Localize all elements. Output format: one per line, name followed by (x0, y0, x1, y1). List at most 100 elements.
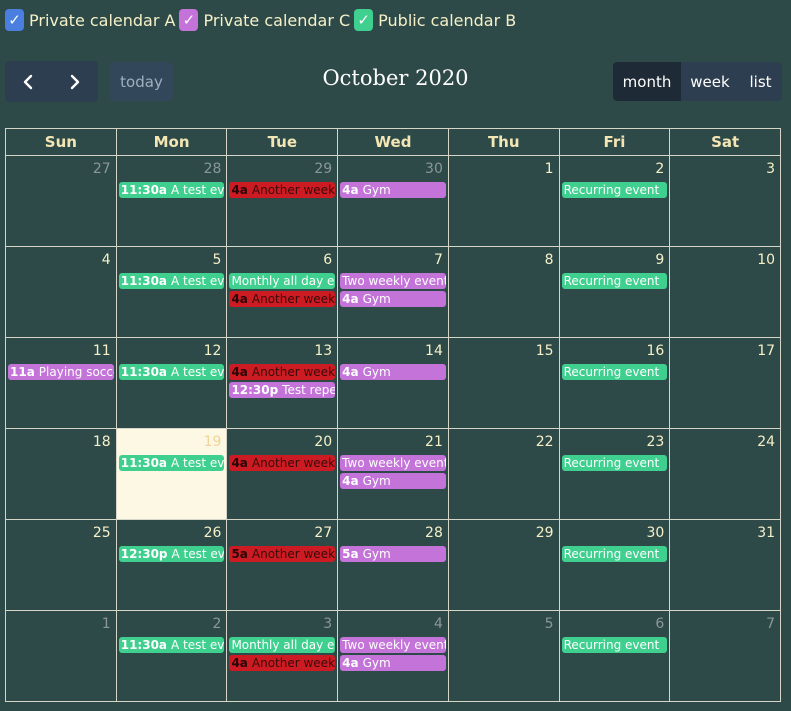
day-cell[interactable]: 5 11:30aA test event (116, 247, 228, 338)
calendar-event[interactable]: 4a Gym (340, 655, 446, 671)
day-cell[interactable]: 9 Recurring event (559, 247, 671, 338)
view-week-button[interactable]: week (681, 62, 739, 101)
day-number[interactable]: 11 (93, 343, 111, 359)
calendar-event[interactable]: 4a Gym (340, 473, 446, 489)
day-number[interactable]: 15 (536, 343, 554, 359)
filter-public-calendar-b[interactable]: ✓ Public calendar B (354, 9, 516, 31)
day-number[interactable]: 27 (93, 161, 111, 177)
day-cell[interactable]: 27 5aAnother weekly (227, 520, 339, 611)
calendar-event[interactable]: 4a Gym (340, 291, 446, 307)
day-cell[interactable]: 14 4a Gym (338, 338, 449, 429)
day-number[interactable]: 23 (646, 434, 664, 450)
day-cell-today[interactable]: 19 11:30aA test event (116, 429, 228, 520)
calendar-event[interactable]: 5a Gym (340, 546, 446, 562)
day-cell[interactable]: 4 Two weekly event 4a Gym (338, 611, 449, 702)
day-cell[interactable]: 29 (448, 520, 560, 611)
day-number[interactable]: 8 (545, 252, 554, 268)
day-cell[interactable]: 4 (5, 247, 117, 338)
calendar-event[interactable]: 11:30aA test event (118, 637, 225, 653)
filter-private-calendar-a[interactable]: ✓ Private calendar A (5, 9, 175, 31)
day-number[interactable]: 22 (536, 434, 554, 450)
checkbox-checked-icon[interactable]: ✓ (5, 9, 24, 31)
day-cell[interactable]: 15 (448, 338, 560, 429)
filter-private-calendar-c[interactable]: ✓ Private calendar C (179, 9, 350, 31)
day-number[interactable]: 20 (314, 434, 332, 450)
day-number[interactable]: 25 (93, 525, 111, 541)
day-number[interactable]: 19 (204, 434, 222, 450)
day-number[interactable]: 6 (323, 252, 332, 268)
day-number[interactable]: 12 (204, 343, 222, 359)
calendar-event[interactable]: 5aAnother weekly (229, 546, 336, 562)
calendar-event[interactable]: Recurring event (561, 182, 668, 198)
day-number[interactable]: 30 (646, 525, 664, 541)
day-cell[interactable]: 5 (448, 611, 560, 702)
day-cell[interactable]: 12 11:30aA test event (116, 338, 228, 429)
calendar-event[interactable]: Recurring event (561, 637, 668, 653)
calendar-event[interactable]: 4a Gym (340, 182, 446, 198)
day-number[interactable]: 2 (655, 161, 664, 177)
calendar-event[interactable]: 12:30pA test event (118, 546, 225, 562)
view-list-button[interactable]: list (739, 62, 782, 101)
day-cell[interactable]: 30 Recurring event (559, 520, 671, 611)
day-number[interactable]: 4 (434, 616, 443, 632)
day-cell[interactable]: 28 5a Gym (338, 520, 449, 611)
day-cell[interactable]: 2 11:30aA test event (116, 611, 228, 702)
day-cell[interactable]: 18 (5, 429, 117, 520)
calendar-event[interactable]: 11:30aA test event (118, 364, 225, 380)
calendar-event[interactable]: 11:30aA test event (118, 455, 225, 471)
day-cell[interactable]: 11 11aPlaying soccer (5, 338, 117, 429)
day-cell[interactable]: 17 (670, 338, 782, 429)
calendar-event[interactable]: 12:30pTest repeat (229, 382, 336, 398)
day-cell[interactable]: 7 (670, 611, 782, 702)
day-cell[interactable]: 13 4aAnother weekly 12:30pTest repeat (227, 338, 339, 429)
day-cell[interactable]: 1 (448, 156, 560, 247)
day-number[interactable]: 30 (425, 161, 443, 177)
day-number[interactable]: 27 (314, 525, 332, 541)
day-cell[interactable]: 21 Two weekly event 4a Gym (338, 429, 449, 520)
calendar-event[interactable]: Two weekly event (340, 273, 446, 289)
day-cell[interactable]: 3 (670, 156, 782, 247)
calendar-event[interactable]: Recurring event (561, 455, 668, 471)
day-number[interactable]: 24 (757, 434, 775, 450)
calendar-event[interactable]: 4aAnother weekly (229, 291, 336, 307)
day-number[interactable]: 7 (766, 616, 775, 632)
day-number[interactable]: 14 (425, 343, 443, 359)
day-number[interactable]: 7 (434, 252, 443, 268)
day-number[interactable]: 28 (425, 525, 443, 541)
calendar-event[interactable]: Monthly all day event (229, 273, 336, 289)
day-cell[interactable]: 30 4a Gym (338, 156, 449, 247)
day-cell[interactable]: 28 11:30aA test event (116, 156, 228, 247)
day-cell[interactable]: 25 (5, 520, 117, 611)
day-number[interactable]: 17 (757, 343, 775, 359)
calendar-event[interactable]: Two weekly event (340, 637, 446, 653)
day-number[interactable]: 4 (102, 252, 111, 268)
day-number[interactable]: 10 (757, 252, 775, 268)
day-cell[interactable]: 23 Recurring event (559, 429, 671, 520)
day-number[interactable]: 5 (545, 616, 554, 632)
day-number[interactable]: 18 (93, 434, 111, 450)
day-number[interactable]: 29 (314, 161, 332, 177)
day-number[interactable]: 5 (213, 252, 222, 268)
day-cell[interactable]: 22 (448, 429, 560, 520)
day-cell[interactable]: 16 Recurring event (559, 338, 671, 429)
calendar-event[interactable]: 11:30aA test event (118, 273, 225, 289)
calendar-event[interactable]: 11:30aA test event (118, 182, 225, 198)
day-cell[interactable]: 8 (448, 247, 560, 338)
day-number[interactable]: 1 (102, 616, 111, 632)
day-number[interactable]: 26 (204, 525, 222, 541)
day-cell[interactable]: 6 Recurring event (559, 611, 671, 702)
day-cell[interactable]: 31 (670, 520, 782, 611)
calendar-event[interactable]: Recurring event (561, 273, 668, 289)
day-cell[interactable]: 3 Monthly all day event 4aAnother weekly (227, 611, 339, 702)
day-cell[interactable]: 29 4aAnother weekly (227, 156, 339, 247)
calendar-event[interactable]: Recurring event (561, 364, 668, 380)
day-number[interactable]: 28 (204, 161, 222, 177)
calendar-event[interactable]: Recurring event (561, 546, 668, 562)
day-cell[interactable]: 24 (670, 429, 782, 520)
day-number[interactable]: 29 (536, 525, 554, 541)
calendar-event[interactable]: 4a Gym (340, 364, 446, 380)
day-cell[interactable]: 27 (5, 156, 117, 247)
day-cell[interactable]: 26 12:30pA test event (116, 520, 228, 611)
day-number[interactable]: 1 (545, 161, 554, 177)
day-number[interactable]: 6 (655, 616, 664, 632)
